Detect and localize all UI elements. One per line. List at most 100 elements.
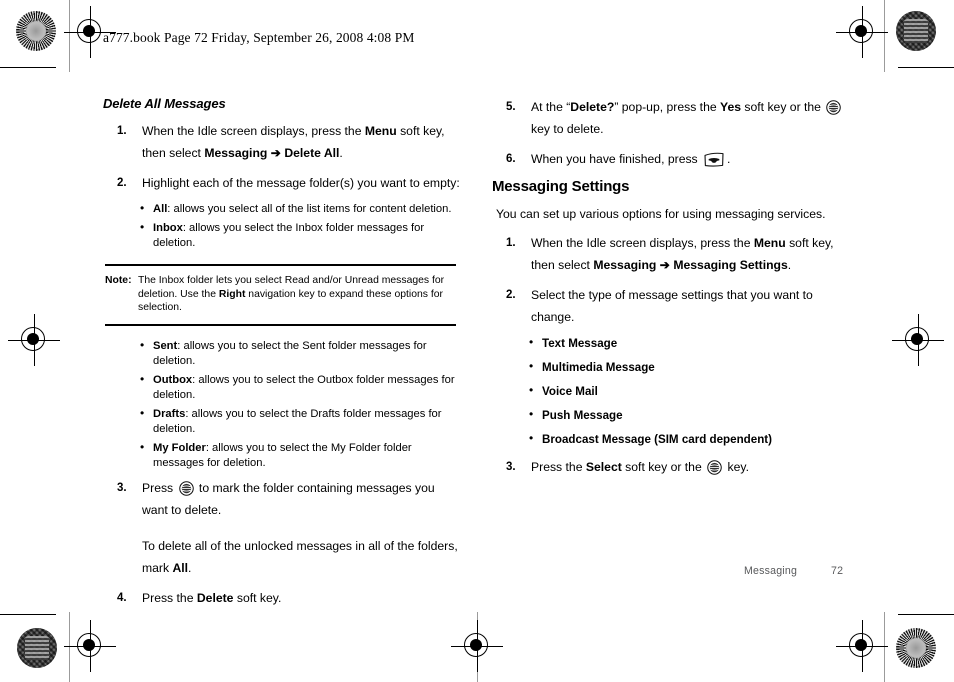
bullet-description: : allows you to select the Drafts folder… <box>153 407 442 435</box>
bullet-item: Broadcast Message (SIM card dependent) <box>528 431 852 447</box>
step-list-delete-all: 1. When the Idle screen displays, press t… <box>103 120 463 194</box>
trim-line-vertical-right-bottom <box>884 612 886 682</box>
step-item: 1. When the Idle screen displays, press t… <box>103 120 463 164</box>
step-list-messaging-settings-tail: 3. Press the Select soft key or the key. <box>492 456 852 478</box>
trim-line-horizontal-top-right <box>898 67 954 69</box>
calibration-texture-target-bottom-left <box>17 628 57 668</box>
step-number: 4. <box>117 591 127 604</box>
step-item: 3. Press to mark the folder containing me… <box>103 477 463 579</box>
bullet-term: All <box>153 203 168 215</box>
step-item: 6. When you have finished, press . <box>492 148 852 170</box>
trim-line-vertical-right <box>884 0 886 72</box>
trim-line-horizontal-top-left <box>0 67 56 69</box>
step-number: 3. <box>117 481 127 494</box>
bullet-label: Push Message <box>542 409 623 422</box>
step-text: Select the type of message settings that… <box>531 288 813 324</box>
step-number: 2. <box>506 289 516 301</box>
trim-line-vertical-center-bottom <box>477 612 479 682</box>
footer-section-name: Messaging <box>744 565 798 577</box>
bullet-item: Inbox: allows you select the Inbox folde… <box>139 220 463 251</box>
footer-page-number: 72 <box>831 565 844 577</box>
bullet-term: Outbox <box>153 373 193 386</box>
registration-crosshair-middle-left <box>8 314 60 366</box>
section-heading-delete-all-messages: Delete All Messages <box>103 96 226 111</box>
registration-crosshair-bottom-center <box>451 620 503 672</box>
step-item: 2. Select the type of message settings th… <box>492 284 852 328</box>
registration-crosshair-middle-right <box>892 314 944 366</box>
emphasis-text: Delete <box>196 590 234 605</box>
emphasis-text: Yes <box>720 100 742 114</box>
emphasis-text: Select <box>585 460 622 474</box>
emphasis-text: Menu <box>364 124 397 138</box>
bullet-label: Broadcast Message (SIM card dependent) <box>542 433 773 446</box>
step-item: 2. Highlight each of the message folder(s… <box>103 172 463 194</box>
bullet-item: Sent: allows you to select the Sent fold… <box>139 338 463 369</box>
bullet-item: Drafts: allows you to select the Drafts … <box>139 406 463 437</box>
step-number: 5. <box>506 101 516 113</box>
bullet-description: : allows you to select the Sent folder m… <box>153 339 427 367</box>
registration-crosshair-bottom-left <box>64 620 116 672</box>
registration-crosshair-bottom-right <box>836 620 888 672</box>
emphasis-text: Right <box>218 288 246 300</box>
bullet-item: Text Message <box>528 335 852 351</box>
folder-option-list-bottom: Sent: allows you to select the Sent fold… <box>139 338 463 471</box>
bullet-term: My Folder <box>153 441 206 454</box>
step-text: Press to mark the folder containing mess… <box>142 480 435 517</box>
calibration-starburst-target <box>16 11 56 51</box>
step-item: 1. When the Idle screen displays, press t… <box>492 232 852 276</box>
calibration-starburst-target-bottom-right <box>896 628 936 668</box>
step-text: When the Idle screen displays, press the… <box>142 124 445 160</box>
page-footer: Messaging 72 <box>744 565 843 577</box>
bullet-item: My Folder: allows you to select the My F… <box>139 440 463 471</box>
note-text: The Inbox folder lets you select Read an… <box>138 275 445 313</box>
select-key-icon <box>178 480 194 496</box>
step-number: 1. <box>117 125 127 137</box>
step-number: 1. <box>506 237 516 249</box>
step-list-delete-all-tail: 3. Press to mark the folder containing me… <box>103 477 463 609</box>
step-text: At the “Delete?” pop-up, press the Yes s… <box>531 100 843 136</box>
step-item: 4. Press the Delete soft key. <box>103 587 463 609</box>
step-text: When you have finished, press . <box>531 152 731 167</box>
emphasis-text: ➔ <box>656 258 674 272</box>
note-label: Note: <box>105 275 132 286</box>
bullet-item: Outbox: allows you to select the Outbox … <box>139 372 463 403</box>
step-number: 3. <box>506 461 516 473</box>
step-number: 6. <box>506 153 516 165</box>
note-box: Note: The Inbox folder lets you select R… <box>105 264 456 326</box>
bullet-item: Multimedia Message <box>528 359 852 375</box>
messaging-settings-intro: You can set up various options for using… <box>496 207 826 221</box>
step-item: 5. At the “Delete?” pop-up, press the Yes… <box>492 96 852 140</box>
emphasis-text: Menu <box>753 236 786 250</box>
emphasis-text: All <box>172 560 189 575</box>
step-number: 2. <box>117 177 127 189</box>
message-settings-type-list: Text Message Multimedia Message Voice Mail… <box>528 335 852 447</box>
emphasis-text: Messaging <box>593 258 657 272</box>
select-key-icon <box>707 460 722 475</box>
right-column: 5. At the “Delete?” pop-up, press the Yes… <box>492 96 852 486</box>
bullet-term: Drafts <box>153 407 186 420</box>
bullet-description: : allows you select the Inbox folder mes… <box>153 222 425 249</box>
trim-line-vertical-left-bottom <box>69 612 71 682</box>
trim-line-vertical-left <box>69 0 71 72</box>
step-secondary-text: To delete all of the unlocked messages i… <box>142 538 458 575</box>
bullet-label: Multimedia Message <box>542 361 655 374</box>
emphasis-text: Messaging <box>204 146 268 160</box>
end-call-key-icon <box>704 152 724 167</box>
bullet-label: Text Message <box>542 337 618 350</box>
registration-crosshair-top-right <box>836 6 888 58</box>
bullet-item: Voice Mail <box>528 383 852 399</box>
bullet-label: Voice Mail <box>542 385 598 398</box>
folder-option-list-top: All: allows you select all of the list i… <box>139 201 463 251</box>
emphasis-text: ➔ <box>267 146 285 160</box>
step-text: When the Idle screen displays, press the… <box>531 236 834 272</box>
step-item: 3. Press the Select soft key or the key. <box>492 456 852 478</box>
emphasis-text: Messaging Settings <box>673 258 788 272</box>
bullet-term: Sent <box>153 339 178 352</box>
print-file-header: a777.book Page 72 Friday, September 26, … <box>103 30 415 45</box>
step-list-messaging-settings: 1. When the Idle screen displays, press t… <box>492 232 852 328</box>
bullet-item: All: allows you select all of the list i… <box>139 201 463 217</box>
bullet-description: : allows you select all of the list item… <box>167 203 452 215</box>
emphasis-text: Delete All <box>284 146 340 160</box>
step-text: Press the Delete soft key. <box>142 590 282 605</box>
bullet-term: Inbox <box>153 222 183 234</box>
